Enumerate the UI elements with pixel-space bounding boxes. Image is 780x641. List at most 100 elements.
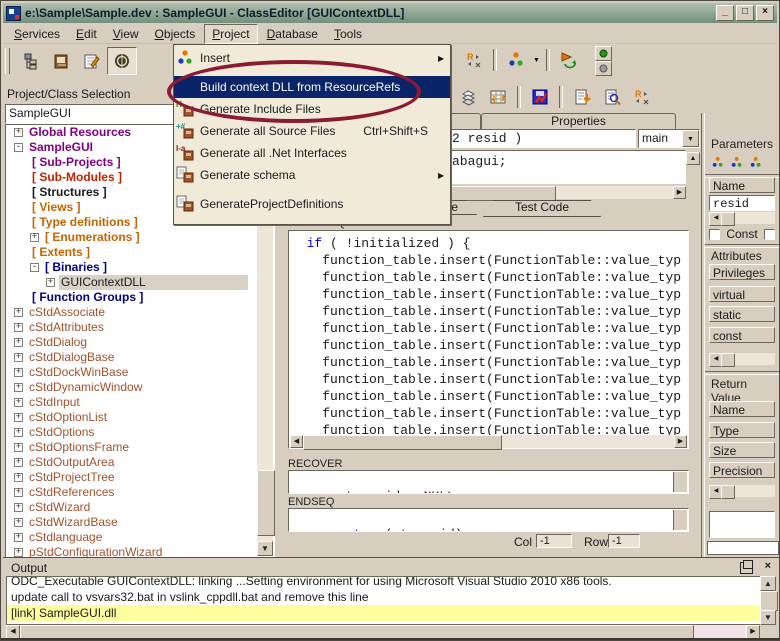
float-window-icon[interactable] — [740, 562, 753, 574]
expand-icon[interactable]: + — [14, 413, 23, 422]
tree-item-label[interactable]: cStdAttributes — [27, 320, 106, 335]
expand-icon[interactable]: + — [14, 458, 23, 467]
expand-icon[interactable]: + — [14, 548, 23, 557]
table-import-button[interactable] — [484, 84, 512, 110]
tree-item-label[interactable]: cStdDynamicWindow — [27, 380, 144, 395]
scroll-left-icon[interactable]: ◀ — [290, 435, 303, 448]
return-field-type[interactable]: Type — [709, 422, 775, 438]
menu-item-services[interactable]: Services — [7, 25, 67, 43]
menu-item-insert[interactable]: Insert▶ — [174, 47, 450, 69]
const-checkbox-2[interactable] — [764, 229, 775, 240]
expand-icon[interactable]: + — [14, 473, 23, 482]
find-document-button[interactable] — [598, 84, 626, 110]
code-editor[interactable]: if ( !initialized ) { function_table.ins… — [288, 230, 689, 449]
dropdown-arrow-icon[interactable]: ▼ — [533, 57, 540, 64]
context-button[interactable] — [107, 47, 137, 75]
tree-item-label[interactable]: [ Binaries ] — [43, 260, 109, 275]
param-name-hscrollbar[interactable]: ◀ — [709, 212, 775, 224]
tree-scroll-thumb[interactable] — [257, 470, 275, 536]
return-field-precision[interactable]: Precision — [709, 462, 775, 478]
mini-scrollbar[interactable] — [673, 472, 687, 492]
tree-item-label[interactable]: cStdDialogBase — [27, 350, 116, 365]
collapse-icon[interactable]: - — [30, 263, 39, 272]
tree-item-binaries[interactable]: -[ Binaries ] — [6, 260, 274, 275]
expand-icon[interactable]: + — [14, 518, 23, 527]
tree-item-label[interactable]: cStdlanguage — [27, 530, 104, 545]
close-icon[interactable]: × — [765, 560, 771, 572]
minimize-button[interactable]: _ — [716, 5, 734, 21]
tree-item-cstdoptions[interactable]: + cStdOptions — [6, 425, 274, 440]
scroll-thumb[interactable] — [760, 591, 778, 611]
scroll-up-icon[interactable]: ▲ — [760, 576, 776, 591]
tree-item-label[interactable]: cStdReferences — [27, 485, 116, 500]
tree-item-cstdprojecttree[interactable]: + cStdProjectTree — [6, 470, 274, 485]
tree-item-label[interactable]: cStdOutputArea — [27, 455, 116, 470]
attribute-field-static[interactable]: static — [709, 306, 775, 322]
tree-item-label[interactable]: [ Views ] — [30, 200, 82, 215]
run-button[interactable] — [555, 47, 583, 73]
expand-icon[interactable]: + — [14, 368, 23, 377]
tree-item-label[interactable]: cStdOptions — [27, 425, 96, 440]
tree-item-cstddialog[interactable]: + cStdDialog — [6, 335, 274, 350]
edit-parameter-icon[interactable] — [728, 154, 746, 171]
scope-combo[interactable]: main ▼ — [638, 129, 700, 148]
tab-properties[interactable]: Properties — [481, 113, 676, 129]
mini-scrollbar[interactable] — [673, 510, 687, 530]
menu-item-tools[interactable]: Tools — [327, 25, 369, 43]
extra-field-2[interactable] — [707, 541, 779, 555]
expand-icon[interactable]: + — [14, 128, 23, 137]
expand-icon[interactable]: + — [14, 353, 23, 362]
tree-item-label[interactable]: [ Structures ] — [30, 185, 109, 200]
menu-item-project[interactable]: Project — [204, 24, 257, 44]
extra-field-1[interactable] — [709, 511, 775, 538]
attribute-field-privileges[interactable]: Privileges — [709, 264, 775, 280]
endseq-editor[interactable]: return(ctx void); — [288, 508, 689, 532]
expand-icon[interactable]: + — [14, 383, 23, 392]
output-log[interactable]: ODC_Executable GUIContextDLL: linking ..… — [6, 576, 761, 625]
menu-item-view[interactable]: View — [106, 25, 146, 43]
menu-item-generate-all-net-interfaces[interactable]: I-aGenerate all .Net Interfaces — [174, 142, 450, 164]
expand-icon[interactable]: + — [14, 338, 23, 347]
recover-editor[interactable]: ctx void = NULL; — [288, 470, 689, 494]
tree-item-label[interactable]: cStdDialog — [27, 335, 89, 350]
tree-item-label[interactable]: [ Sub-Projects ] — [30, 155, 123, 170]
expand-icon[interactable]: + — [14, 308, 23, 317]
scroll-down-icon[interactable]: ▼ — [760, 610, 776, 625]
expand-icon[interactable]: + — [46, 278, 55, 287]
menu-item-build-context-dll-from-resourcerefs[interactable]: Build context DLL from ResourceRefs — [174, 76, 450, 98]
tree-item-label[interactable]: [ Type definitions ] — [30, 215, 140, 230]
tree-item-cstdinput[interactable]: +cStdInput — [6, 395, 274, 410]
menu-item-edit[interactable]: Edit — [69, 25, 104, 43]
tree-item-extents[interactable]: [ Extents ] — [6, 245, 274, 260]
tree-item-label[interactable]: [ Sub-Modules ] — [30, 170, 124, 185]
generate-stack-button[interactable] — [454, 84, 482, 110]
add-parameter-icon[interactable] — [709, 154, 727, 171]
attribute-field-const[interactable]: const — [709, 327, 775, 343]
tree-item-cstddynamicwindow[interactable]: + cStdDynamicWindow — [6, 380, 274, 395]
expand-icon[interactable]: + — [14, 398, 23, 407]
tree-item-cstdlanguage[interactable]: +cStdlanguage — [6, 530, 274, 545]
menu-item-generate-schema[interactable]: Generate schema▶ — [174, 164, 450, 186]
scroll-right-icon[interactable]: ▶ — [673, 186, 686, 199]
scroll-down-icon[interactable]: ▼ — [257, 541, 273, 556]
expand-icon[interactable]: + — [14, 443, 23, 452]
tree-item-cstdwizard[interactable]: +cStdWizard — [6, 500, 274, 515]
tree-item-label[interactable]: Global Resources — [27, 125, 133, 140]
tree-item-label[interactable]: GUIContextDLL — [59, 275, 248, 290]
tree-item-cstdreferences[interactable]: + cStdReferences — [6, 485, 274, 500]
tree-item-label[interactable]: cStdAssociate — [27, 305, 107, 320]
menu-item-generate-include-files[interactable]: HGenerate Include Files — [174, 98, 450, 120]
tree-item-label[interactable]: cStdDockWinBase — [27, 365, 130, 380]
maximize-button[interactable]: □ — [736, 5, 754, 21]
tab-test-code[interactable]: Test Code — [483, 200, 601, 217]
expand-icon[interactable]: + — [14, 488, 23, 497]
tree-item-label[interactable]: [ Extents ] — [30, 245, 92, 260]
param-name-input[interactable]: resid — [709, 195, 775, 211]
tree-item-label[interactable]: cStdProjectTree — [27, 470, 117, 485]
return-hscrollbar[interactable]: ◀ — [709, 485, 775, 497]
state-gray-button[interactable] — [595, 61, 612, 76]
save-check-button[interactable] — [526, 84, 554, 110]
tree-item-label[interactable]: cStdWizard — [27, 500, 92, 515]
expand-icon[interactable]: + — [14, 428, 23, 437]
tree-item-guicontextdll[interactable]: + GUIContextDLL — [6, 275, 274, 290]
